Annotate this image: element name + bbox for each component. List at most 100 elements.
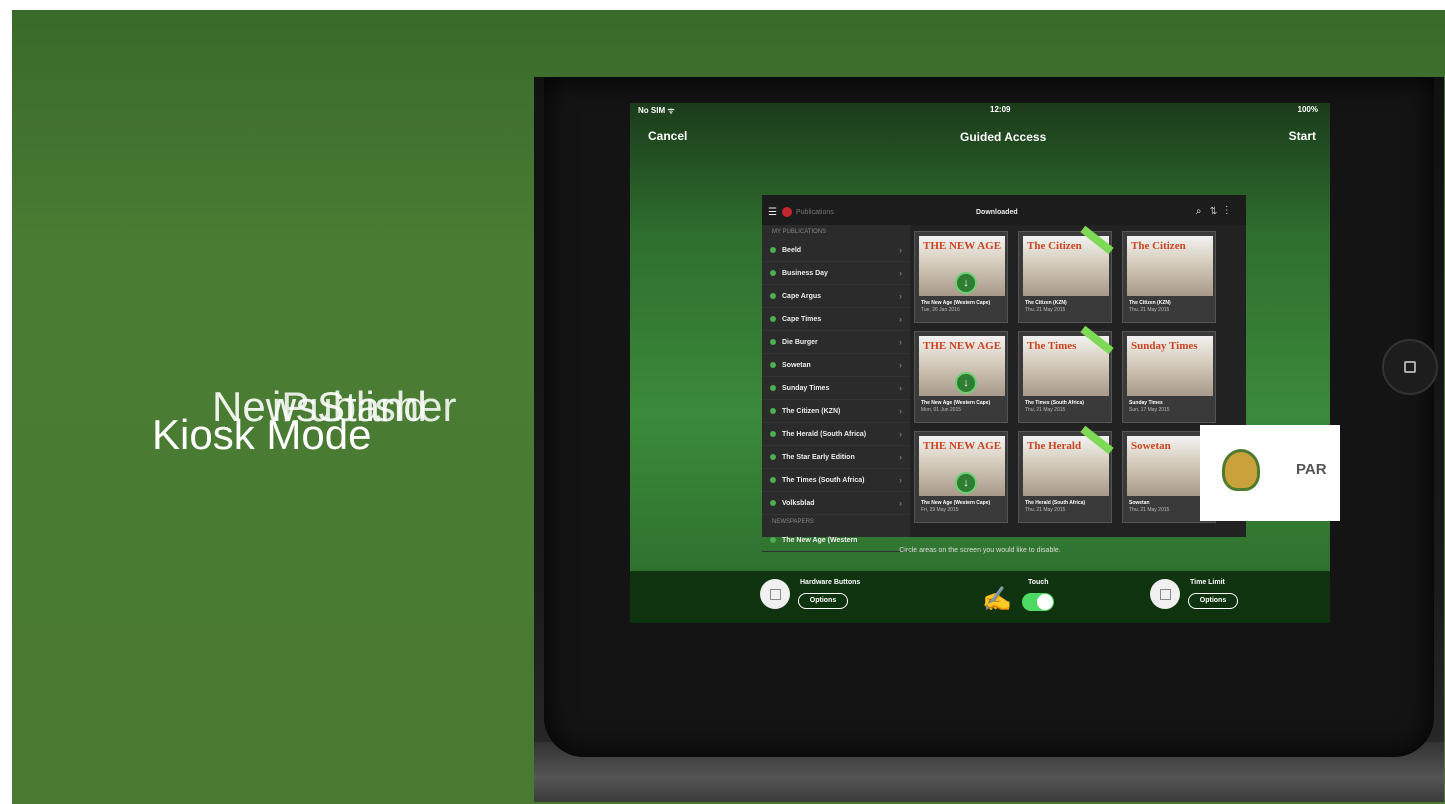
- download-icon[interactable]: ↓: [955, 272, 977, 294]
- status-dot-icon: [770, 247, 776, 253]
- chevron-right-icon: ›: [899, 360, 902, 370]
- publication-item[interactable]: The Times (South Africa) ›: [762, 469, 910, 492]
- issue-card[interactable]: The Times The Times (South Africa) Thu, 21…: [1018, 325, 1114, 423]
- issue-card[interactable]: The Citizen The Citizen (KZN) Thu, 21 May …: [1018, 225, 1114, 323]
- issue-card[interactable]: The Citizen The Citizen (KZN) Thu, 21 May …: [1122, 231, 1216, 323]
- slide-title-kiosk: Kiosk Mode: [152, 411, 372, 458]
- tablet-photo: No SIM ᯤ 12:09 100% Cancel Guided Access…: [534, 77, 1444, 802]
- parliament-banner: PAR: [1200, 425, 1340, 521]
- masthead-text: The Times: [1027, 340, 1077, 352]
- issue-date: Thu, 21 May 2015: [1025, 306, 1066, 313]
- publication-label: The Star Early Edition: [782, 453, 855, 461]
- start-button[interactable]: Start: [1289, 129, 1316, 143]
- masthead-text: Sowetan: [1131, 440, 1171, 452]
- chevron-right-icon: ›: [899, 314, 902, 324]
- issue-card[interactable]: Sunday Times Sunday Times Sun, 17 May 2015: [1122, 331, 1216, 423]
- touch-hand-icon: ✍: [982, 586, 1012, 613]
- issue-card[interactable]: THE NEW AGE ↓ The New Age (Western Cape) Mo…: [914, 331, 1008, 423]
- publication-item[interactable]: Sunday Times ›: [762, 377, 910, 400]
- status-dot-icon: [770, 362, 776, 368]
- issue-date: Tue, 26 Jan 2016: [921, 306, 960, 313]
- touch-toggle[interactable]: [1022, 593, 1054, 611]
- cover-thumbnail: THE NEW AGE ↓: [919, 336, 1005, 396]
- masthead-text: THE NEW AGE: [923, 440, 1002, 452]
- issue-title: The Citizen (KZN): [1025, 300, 1067, 306]
- hardware-buttons-toggle[interactable]: [760, 579, 790, 609]
- download-icon[interactable]: ↓: [955, 472, 977, 494]
- time-limit-label: Time Limit: [1190, 579, 1225, 586]
- guided-access-title: Guided Access: [960, 130, 1047, 144]
- issue-card[interactable]: THE NEW AGE ↓ The New Age (Western Cape) Fr…: [914, 431, 1008, 523]
- chevron-right-icon: ›: [899, 498, 902, 508]
- status-dot-icon: [770, 270, 776, 276]
- issue-card[interactable]: The Herald The Herald (South Africa) Thu, …: [1018, 425, 1114, 523]
- status-bar: No SIM ᯤ 12:09 100%: [630, 105, 1330, 119]
- slide-title: NewsStand iPublisher Kiosk Mode: [152, 386, 552, 470]
- publication-label: Volksblad: [782, 499, 815, 507]
- publication-label: The Times (South Africa): [782, 476, 865, 484]
- parliament-text: PAR: [1296, 461, 1327, 478]
- status-dot-icon: [770, 385, 776, 391]
- publication-item[interactable]: The Star Early Edition ›: [762, 446, 910, 469]
- cancel-button[interactable]: Cancel: [648, 129, 687, 143]
- touch-label: Touch: [1028, 579, 1049, 586]
- search-icon[interactable]: ⌕: [1196, 206, 1210, 217]
- issue-caption: The Citizen (KZN) Thu, 21 May 2015: [1025, 300, 1107, 313]
- publication-item[interactable]: Volksblad ›: [762, 492, 910, 515]
- issue-caption: The New Age (Western Cape) Mon, 01 Jun 20…: [921, 400, 1003, 413]
- publication-item[interactable]: Cape Argus ›: [762, 285, 910, 308]
- coat-of-arms-icon: [1222, 449, 1260, 491]
- publication-label: The Citizen (KZN): [782, 407, 841, 415]
- masthead-text: THE NEW AGE: [923, 240, 1002, 252]
- time-limit-toggle[interactable]: [1150, 579, 1180, 609]
- sidebar-header: MY PUBLICATIONS: [772, 229, 827, 235]
- issue-title: Sowetan: [1129, 500, 1150, 506]
- publication-item[interactable]: Cape Times ›: [762, 308, 910, 331]
- publication-label: Sowetan: [782, 361, 811, 369]
- status-dot-icon: [770, 293, 776, 299]
- app-logo-icon: [782, 207, 792, 217]
- issue-date: Thu, 21 May 2015: [1025, 506, 1066, 513]
- publication-item[interactable]: The Citizen (KZN) ›: [762, 400, 910, 423]
- issue-caption: The New Age (Western Cape) Fri, 29 May 20…: [921, 500, 1003, 513]
- guided-access-hint: Circle areas on the screen you would lik…: [899, 547, 1061, 554]
- toolbar-icons[interactable]: ⌕⇅⋮: [1196, 206, 1236, 217]
- chevron-right-icon: ›: [899, 383, 902, 393]
- publication-label: Sunday Times: [782, 384, 830, 392]
- status-dot-icon: [770, 339, 776, 345]
- time-limit-options-button[interactable]: Options: [1188, 593, 1238, 609]
- publication-item[interactable]: Business Day ›: [762, 262, 910, 285]
- more-icon[interactable]: ⋮: [1226, 206, 1237, 217]
- publication-item[interactable]: Beeld ›: [762, 239, 910, 262]
- status-dot-icon: [770, 500, 776, 506]
- menu-icon[interactable]: ☰: [768, 207, 777, 218]
- publication-item[interactable]: Die Burger ›: [762, 331, 910, 354]
- issue-caption: The Times (South Africa) Thu, 21 May 2015: [1025, 400, 1107, 413]
- status-dot-icon: [770, 477, 776, 483]
- issue-title: The New Age (Western Cape): [921, 500, 991, 506]
- hardware-options-button[interactable]: Options: [798, 593, 848, 609]
- sort-icon[interactable]: ⇅: [1210, 206, 1226, 217]
- issue-card[interactable]: THE NEW AGE ↓ The New Age (Western Cape) Tu…: [914, 231, 1008, 323]
- status-dot-icon: [770, 454, 776, 460]
- chevron-right-icon: ›: [899, 291, 902, 301]
- cover-thumbnail: The Citizen: [1127, 236, 1213, 296]
- issue-title: The New Age (Western Cape): [921, 300, 991, 306]
- publication-item[interactable]: Sowetan ›: [762, 354, 910, 377]
- issue-caption: The Citizen (KZN) Thu, 21 May 2015: [1129, 300, 1211, 313]
- presentation-slide: NewsStand iPublisher Kiosk Mode No SIM ᯤ…: [12, 10, 1445, 804]
- status-dot-icon: [770, 408, 776, 414]
- publication-item[interactable]: The Herald (South Africa) ›: [762, 423, 910, 446]
- home-button[interactable]: [1382, 339, 1438, 395]
- issue-date: Mon, 01 Jun 2015: [921, 406, 962, 413]
- download-icon[interactable]: ↓: [955, 372, 977, 394]
- cover-thumbnail: THE NEW AGE ↓: [919, 236, 1005, 296]
- issue-title: The Times (South Africa): [1025, 400, 1084, 406]
- cover-thumbnail: Sunday Times: [1127, 336, 1213, 396]
- guided-access-options: Hardware Buttons Options ✍ Touch Time Li…: [630, 571, 1330, 623]
- newspapers-header: NEWSPAPERS: [772, 519, 814, 525]
- publications-label[interactable]: Publications: [796, 209, 834, 216]
- app-title: Downloaded: [976, 209, 1018, 216]
- tablet-bezel: No SIM ᯤ 12:09 100% Cancel Guided Access…: [544, 77, 1438, 757]
- masthead-text: Sunday Times: [1131, 340, 1198, 352]
